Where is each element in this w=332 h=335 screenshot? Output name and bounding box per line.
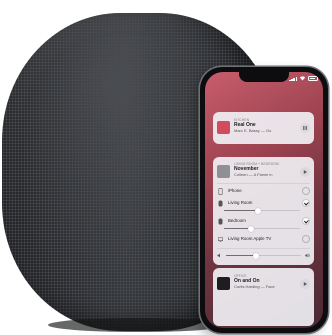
play-button[interactable] <box>300 167 310 177</box>
pause-button[interactable] <box>300 123 310 133</box>
speaker-icon <box>218 218 223 225</box>
volume-knob[interactable] <box>253 252 259 259</box>
group-volume-slider[interactable] <box>226 252 301 259</box>
cellular-signal-icon <box>289 76 298 81</box>
device-label: Bedroom <box>228 218 246 223</box>
device-label: Living Room Apple TV <box>228 236 272 241</box>
track-info: LIVING ROOM + BEDROOM November Colleen —… <box>234 162 279 177</box>
now-playing-card-kitchen[interactable]: KITCHEN Real One Marc E. Bassy — Go <box>213 112 314 144</box>
device-row-living-room[interactable]: Living Room <box>217 198 310 210</box>
volume-high-icon <box>305 253 310 258</box>
device-label: iPhone <box>228 188 242 193</box>
divider <box>217 183 310 184</box>
speaker-icon <box>218 200 223 207</box>
slider-fill <box>224 210 259 212</box>
volume-low-icon <box>217 253 220 258</box>
living-room-volume-slider[interactable] <box>224 207 300 214</box>
play-button[interactable] <box>300 279 310 289</box>
device-checkbox-checked[interactable] <box>302 217 310 225</box>
group-volume-row[interactable] <box>217 252 310 261</box>
iphone-device: KITCHEN Real One Marc E. Bassy — Go LIVI… <box>200 67 328 333</box>
track-artist: Curtis Harding — Face <box>234 284 275 289</box>
device-row-iphone[interactable]: iPhone <box>217 186 310 198</box>
album-art <box>217 277 230 290</box>
device-row-apple-tv[interactable]: Living Room Apple TV <box>217 234 310 246</box>
volume-fill <box>226 255 256 257</box>
airplay-screen: KITCHEN Real One Marc E. Bassy — Go LIVI… <box>205 72 323 328</box>
notch <box>239 72 289 82</box>
album-art <box>217 165 230 178</box>
slider-knob[interactable] <box>255 207 262 214</box>
bedroom-volume-slider[interactable] <box>224 225 300 232</box>
track-info: OFFICE On and On Curtis Harding — Face <box>234 274 275 289</box>
now-playing-card-office[interactable]: OFFICE On and On Curtis Harding — Face <box>213 268 314 326</box>
phone-icon <box>218 188 223 195</box>
play-icon <box>303 170 307 174</box>
wifi-icon <box>299 76 306 81</box>
device-checkbox[interactable] <box>302 235 310 243</box>
slider-fill <box>224 228 251 230</box>
track-artist: Colleen — A Flame in <box>234 172 273 177</box>
album-art <box>217 121 230 134</box>
track-info: KITCHEN Real One Marc E. Bassy — Go <box>234 118 271 133</box>
divider <box>217 248 310 249</box>
tv-icon <box>218 237 223 242</box>
play-icon <box>303 282 307 286</box>
now-playing-card-living-room-bedroom[interactable]: LIVING ROOM + BEDROOM November Colleen —… <box>213 157 314 265</box>
device-checkbox[interactable] <box>302 187 310 195</box>
battery-icon <box>308 76 318 81</box>
track-artist: Marc E. Bassy — Go <box>234 128 272 133</box>
slider-knob[interactable] <box>247 225 254 232</box>
device-checkbox-checked[interactable] <box>302 199 310 207</box>
device-label: Living Room <box>228 200 253 205</box>
device-row-bedroom[interactable]: Bedroom <box>217 216 310 228</box>
pause-icon <box>303 126 307 130</box>
